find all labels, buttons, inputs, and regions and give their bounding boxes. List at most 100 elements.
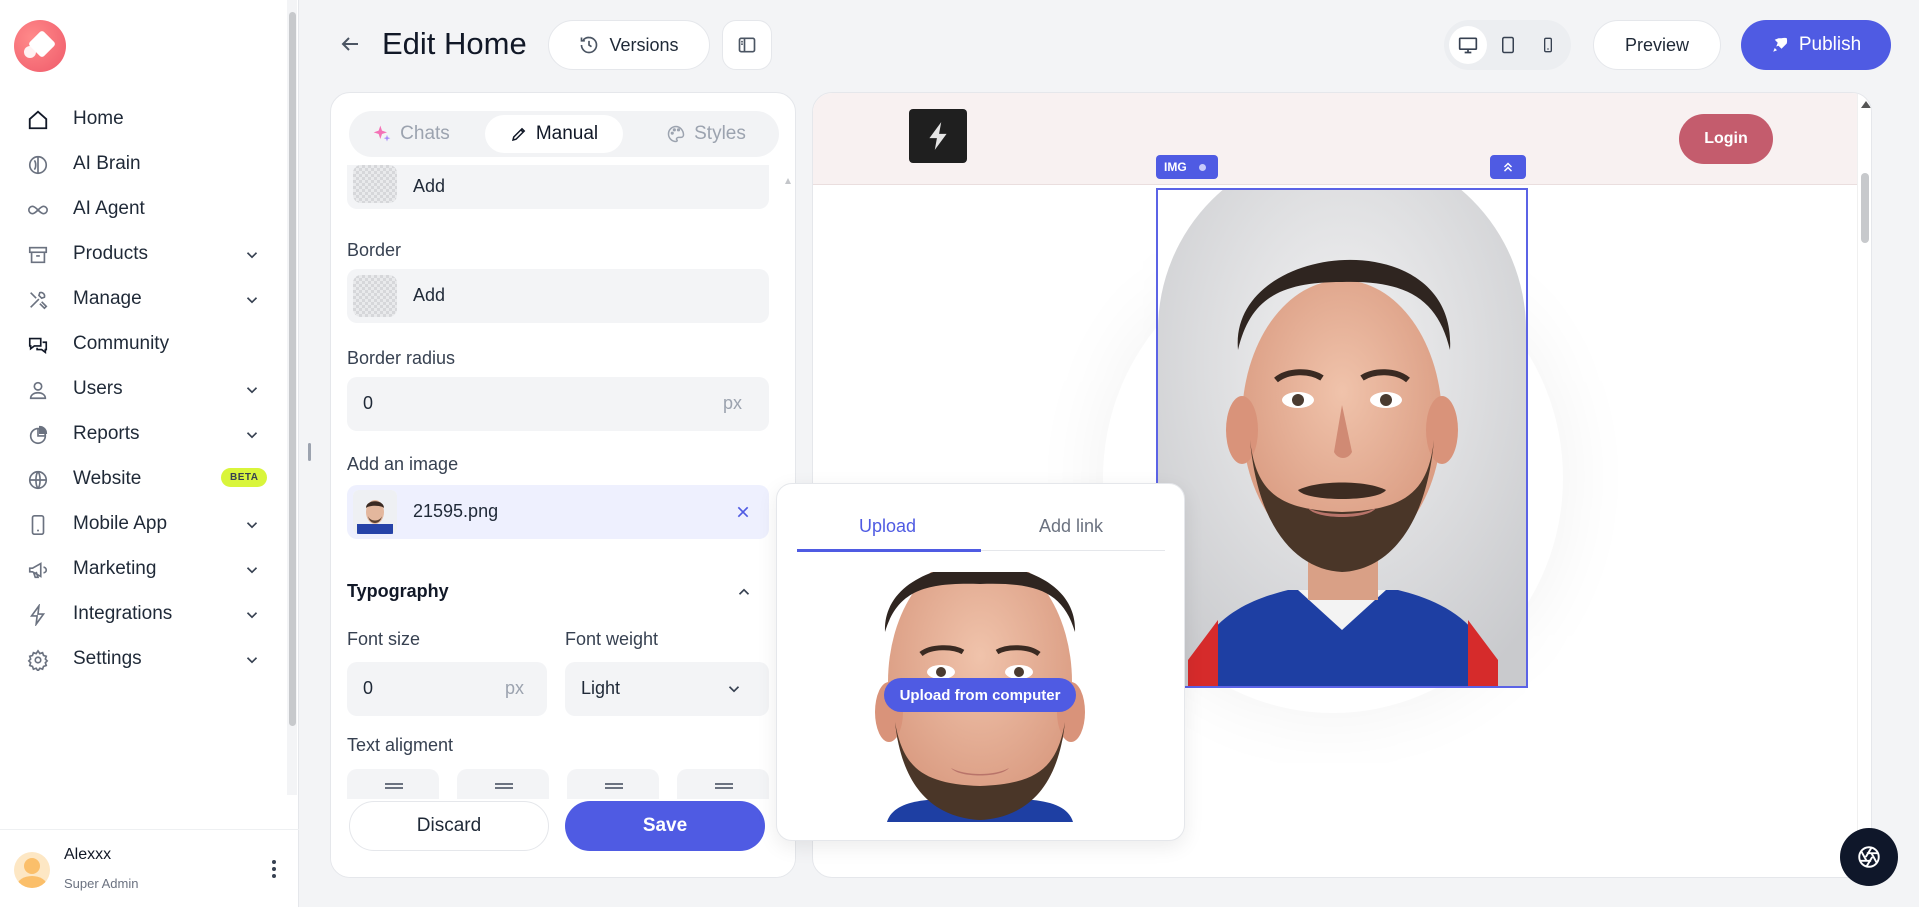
canvas-scroll-up-arrow[interactable]: [1861, 101, 1871, 108]
active-tab-indicator: [797, 549, 981, 552]
archive-box-icon: [28, 246, 48, 264]
back-arrow-icon[interactable]: [338, 32, 362, 56]
background-add-field[interactable]: Add: [347, 165, 769, 209]
border-radius-unit: px: [723, 393, 743, 413]
mobile-view-button[interactable]: [1529, 26, 1567, 64]
beta-badge: BETA: [221, 468, 268, 487]
img-element-tag[interactable]: IMG: [1156, 155, 1218, 179]
page-title: Edit Home: [382, 26, 527, 61]
align-justify-button[interactable]: [677, 769, 769, 799]
tab-manual[interactable]: Manual: [485, 115, 623, 153]
home-icon: [28, 110, 48, 130]
chevron-down-icon: [246, 612, 258, 619]
sidebar-item-manage[interactable]: Manage: [0, 277, 280, 321]
select-parent-button[interactable]: [1490, 155, 1526, 179]
align-center-button[interactable]: [457, 769, 549, 799]
sidebar-item-users[interactable]: Users: [0, 367, 280, 411]
chat-bubbles-icon: [28, 337, 48, 354]
sidebar-item-mobile-app[interactable]: Mobile App: [0, 502, 280, 546]
text-alignment-label: Text aligment: [347, 735, 454, 755]
resize-handle[interactable]: [308, 443, 311, 461]
more-vertical-icon[interactable]: [264, 858, 284, 880]
sidebar-item-reports[interactable]: Reports: [0, 412, 280, 456]
toggle-panel-button[interactable]: [722, 20, 772, 70]
sidebar-scrollbar-thumb[interactable]: [289, 12, 296, 726]
chevron-down-icon: [246, 567, 258, 574]
palette-icon: [667, 125, 685, 143]
chevron-down-icon: [246, 522, 258, 529]
add-label: Add: [413, 176, 446, 196]
sidebar-item-label: Website: [73, 468, 142, 489]
site-logo[interactable]: [909, 109, 967, 163]
border-label: Border: [347, 240, 402, 260]
bolt-icon: [29, 604, 46, 626]
user-icon: [29, 381, 47, 400]
sidebar-item-label: Marketing: [73, 558, 157, 579]
pie-chart-icon: [29, 425, 48, 445]
align-right-button[interactable]: [567, 769, 659, 799]
font-size-input[interactable]: 0 px: [347, 662, 547, 716]
sparkle-icon: [373, 125, 391, 142]
align-left-button[interactable]: [347, 769, 439, 799]
panel-footer: Discard Save: [331, 801, 795, 877]
chevron-down-icon: [728, 686, 740, 693]
sidebar-item-label: Settings: [73, 648, 142, 669]
mobile-icon: [1544, 37, 1552, 53]
close-icon[interactable]: [735, 504, 751, 520]
border-add-field[interactable]: Add: [347, 269, 769, 323]
user-role: Super Admin: [64, 876, 139, 891]
sidebar-item-community[interactable]: Community: [0, 322, 280, 366]
publish-button[interactable]: Publish: [1741, 20, 1891, 70]
sidebar-panel-icon: [738, 37, 756, 53]
aperture-icon: [1858, 846, 1880, 868]
history-icon: [581, 36, 598, 54]
preview-button[interactable]: Preview: [1593, 20, 1721, 70]
canvas-scrollbar-thumb[interactable]: [1861, 173, 1869, 243]
image-label: Add an image: [347, 454, 459, 474]
upload-from-computer-button[interactable]: Upload from computer: [884, 678, 1076, 712]
sidebar-item-home[interactable]: Home: [0, 97, 280, 141]
tablet-view-button[interactable]: [1489, 26, 1527, 64]
font-size-value: 0: [363, 678, 374, 698]
image-thumbnail: [353, 490, 397, 534]
floating-help-button[interactable]: [1840, 828, 1898, 886]
desktop-view-button[interactable]: [1449, 26, 1487, 64]
border-radius-input[interactable]: 0 px: [347, 377, 769, 431]
tab-upload[interactable]: Upload: [859, 516, 916, 537]
device-switcher: [1444, 20, 1571, 70]
app-logo[interactable]: [14, 20, 66, 72]
tab-chats[interactable]: Chats: [359, 115, 463, 153]
user-profile[interactable]: Alexxx Super Admin: [0, 829, 299, 907]
image-file-row[interactable]: 21595.png: [347, 485, 769, 539]
panel-scroll-up-arrow[interactable]: [785, 178, 791, 184]
sidebar-item-label: AI Brain: [73, 153, 141, 174]
color-swatch: [353, 275, 397, 317]
sidebar-item-products[interactable]: Products: [0, 232, 280, 276]
sidebar-item-ai-brain[interactable]: AI Brain: [0, 142, 280, 186]
font-weight-value: Light: [581, 678, 621, 698]
versions-button[interactable]: Versions: [548, 20, 710, 70]
infinity-icon: [28, 205, 48, 215]
tab-add-link[interactable]: Add link: [1039, 516, 1103, 537]
sidebar-item-marketing[interactable]: Marketing: [0, 547, 280, 591]
sidebar-item-label: AI Agent: [73, 198, 145, 219]
avatar: [14, 852, 50, 888]
megaphone-icon: [28, 562, 48, 579]
discard-button[interactable]: Discard: [349, 801, 549, 851]
editor-panel: Chats Manual Styles Add Border Add Borde…: [330, 92, 796, 878]
chevron-up-icon[interactable]: [735, 583, 753, 601]
sidebar-item-label: Mobile App: [73, 513, 168, 534]
font-weight-label: Font weight: [565, 629, 659, 649]
sidebar-item-integrations[interactable]: Integrations: [0, 592, 280, 636]
pencil-icon: [511, 127, 526, 142]
chevron-down-icon: [246, 387, 258, 394]
sidebar-item-settings[interactable]: Settings: [0, 637, 280, 681]
save-button[interactable]: Save: [565, 801, 765, 851]
chevrons-up-icon: [1503, 162, 1513, 172]
tab-styles[interactable]: Styles: [641, 115, 771, 153]
font-weight-select[interactable]: Light: [565, 662, 769, 716]
sidebar-item-website[interactable]: Website BETA: [0, 457, 280, 501]
selected-image[interactable]: [1156, 188, 1528, 688]
sidebar-item-ai-agent[interactable]: AI Agent: [0, 187, 280, 231]
login-button[interactable]: Login: [1679, 114, 1773, 164]
